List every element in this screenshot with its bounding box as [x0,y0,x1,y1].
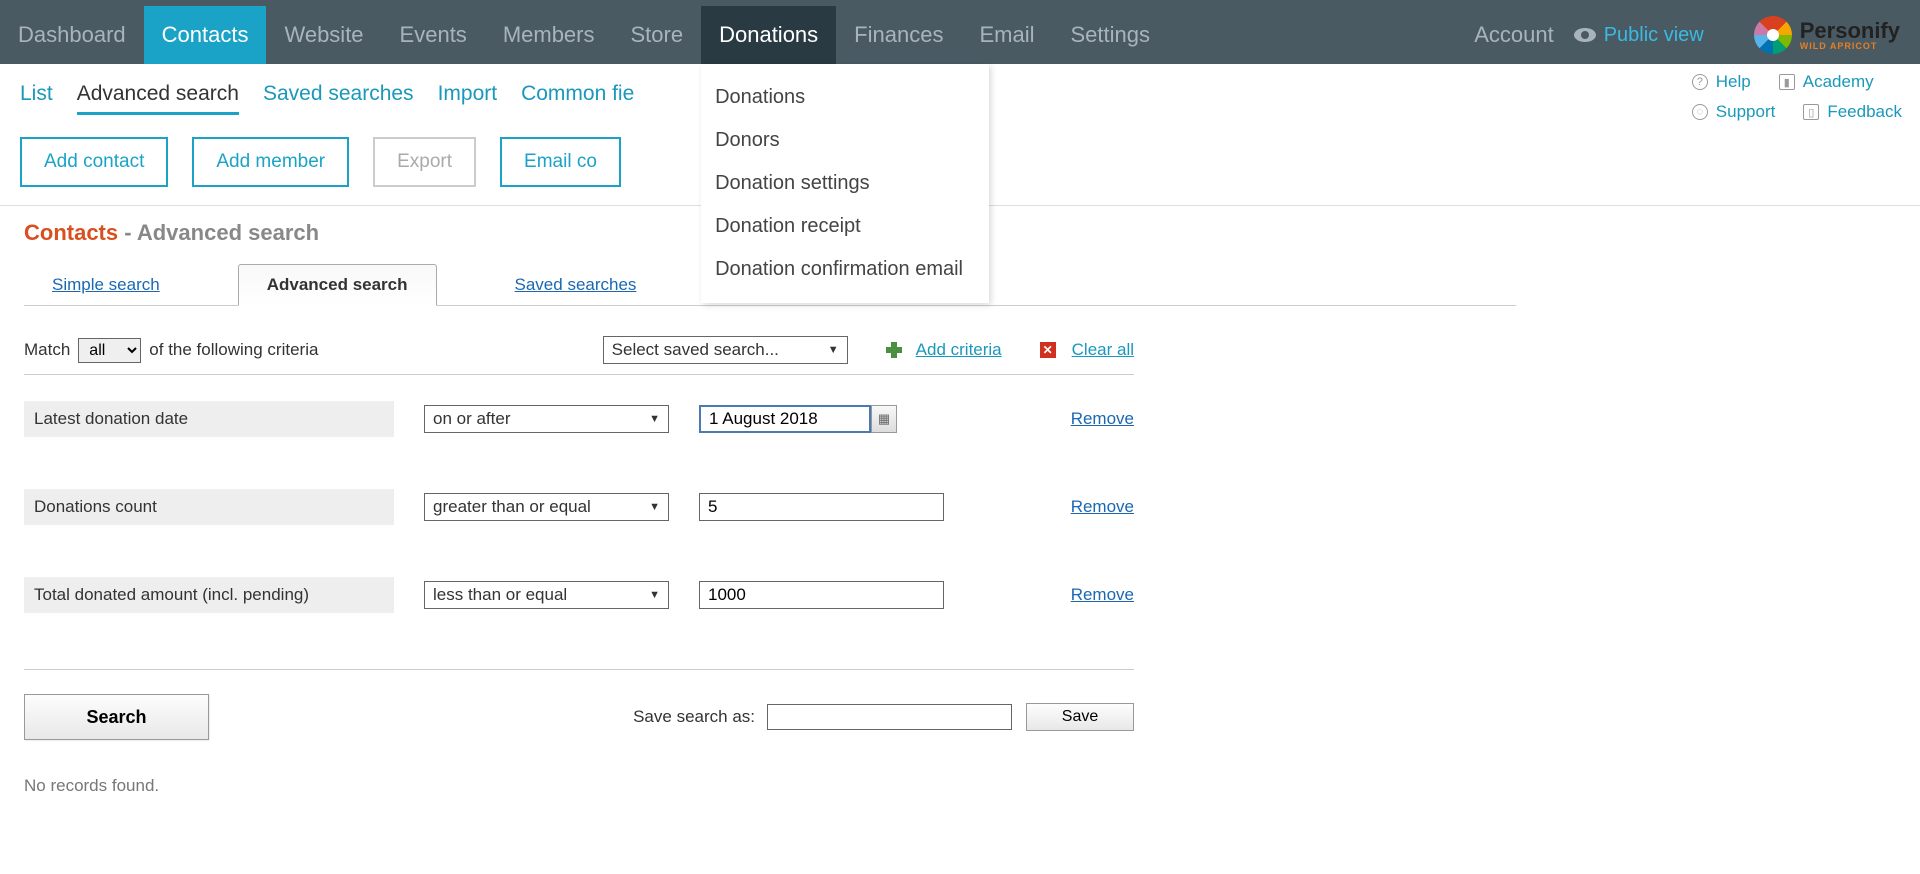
clear-icon: ✕ [1040,342,1056,358]
search-row: Search Save search as: Save [24,669,1134,740]
save-search-name-input[interactable] [767,704,1012,730]
help-link[interactable]: ?Help [1692,72,1751,92]
match-label: Match [24,340,70,360]
export-button: Export [373,137,476,187]
public-view-link[interactable]: Public view [1574,24,1704,47]
no-records-message: No records found. [24,776,1134,796]
chat-icon: ▯ [1803,104,1819,120]
account-link[interactable]: Account [1474,22,1554,48]
criteria-value-input[interactable] [699,493,944,521]
dd-donation-settings[interactable]: Donation settings [701,162,989,205]
subnav-advanced-search[interactable]: Advanced search [77,82,239,115]
remove-criteria-link[interactable]: Remove [1071,585,1134,605]
subnav-saved-searches[interactable]: Saved searches [263,82,414,106]
support-link[interactable]: ◌Support [1692,102,1776,122]
nav-settings[interactable]: Settings [1052,6,1168,64]
nav-donations[interactable]: Donations Donations Donors Donation sett… [701,6,836,64]
criteria-operator-select[interactable]: on or after▼ [424,405,669,433]
nav-events[interactable]: Events [382,6,485,64]
criteria-date-input[interactable] [699,405,871,433]
criteria-header: Match all of the following criteria Sele… [24,336,1134,375]
main-nav: Dashboard Contacts Website Events Member… [0,6,1168,64]
add-contact-button[interactable]: Add contact [20,137,168,187]
datepicker-icon[interactable] [871,405,897,433]
nav-dashboard[interactable]: Dashboard [0,6,144,64]
donations-dropdown: Donations Donors Donation settings Donat… [701,64,989,303]
remove-criteria-link[interactable]: Remove [1071,497,1134,517]
match-select[interactable]: all [78,338,141,363]
add-criteria-link[interactable]: Add criteria [916,340,1002,360]
topbar-right: Account Public view Personify WILD APRIC… [1474,6,1920,64]
tab-simple-search[interactable]: Simple search [24,265,188,305]
criteria-panel: Match all of the following criteria Sele… [24,336,1134,796]
top-nav-bar: Dashboard Contacts Website Events Member… [0,0,1920,64]
save-search-button[interactable]: Save [1026,703,1134,731]
criteria-row-2: Donations count greater than or equal▼ R… [24,463,1134,551]
subnav-list[interactable]: List [20,82,53,106]
select-saved-search-dropdown[interactable]: Select saved search...▼ [603,336,848,364]
feedback-link[interactable]: ▯Feedback [1803,102,1902,122]
dd-donation-confirmation-email[interactable]: Donation confirmation email [701,248,989,291]
tab-advanced-search[interactable]: Advanced search [238,264,437,306]
brand-logo: Personify WILD APRICOT [1754,16,1900,54]
criteria-operator-select[interactable]: less than or equal▼ [424,581,669,609]
bookmark-icon: ▮ [1779,74,1795,90]
criteria-operator-select[interactable]: greater than or equal▼ [424,493,669,521]
save-search-label: Save search as: [633,707,755,727]
nav-store[interactable]: Store [613,6,702,64]
dd-donation-receipt[interactable]: Donation receipt [701,205,989,248]
plus-icon [886,342,902,358]
email-contacts-button[interactable]: Email co [500,137,621,187]
criteria-field-label: Donations count [24,489,394,525]
criteria-field-label: Total donated amount (incl. pending) [24,577,394,613]
dd-donations[interactable]: Donations [701,76,989,119]
nav-finances[interactable]: Finances [836,6,961,64]
dd-donors[interactable]: Donors [701,119,989,162]
subnav-common-fields[interactable]: Common fie [521,82,634,106]
heading-main: Contacts [24,220,118,245]
help-icon: ? [1692,74,1708,90]
criteria-value-input[interactable] [699,581,944,609]
heading-sub: Advanced search [137,220,319,245]
academy-link[interactable]: ▮Academy [1779,72,1874,92]
of-following-label: of the following criteria [149,340,318,360]
subnav-import[interactable]: Import [438,82,498,106]
search-button[interactable]: Search [24,694,209,740]
logo-wheel-icon [1754,16,1792,54]
nav-email[interactable]: Email [961,6,1052,64]
nav-members[interactable]: Members [485,6,613,64]
criteria-row-1: Latest donation date on or after▼ Remove [24,375,1134,463]
logo-main-text: Personify [1800,20,1900,42]
nav-website[interactable]: Website [266,6,381,64]
lifebuoy-icon: ◌ [1692,104,1708,120]
eye-icon [1574,28,1596,42]
remove-criteria-link[interactable]: Remove [1071,409,1134,429]
clear-all-link[interactable]: Clear all [1072,340,1134,360]
tab-saved-searches[interactable]: Saved searches [487,265,665,305]
help-links: ?Help ▮Academy ◌Support ▯Feedback [1692,72,1902,122]
logo-sub-text: WILD APRICOT [1800,42,1900,51]
nav-contacts[interactable]: Contacts [144,6,267,64]
criteria-field-label: Latest donation date [24,401,394,437]
criteria-row-3: Total donated amount (incl. pending) les… [24,551,1134,639]
add-member-button[interactable]: Add member [192,137,349,187]
